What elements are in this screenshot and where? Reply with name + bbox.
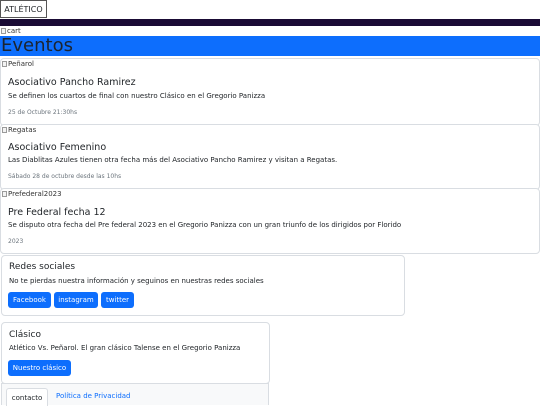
footer-tabs: contacto Política de Privacidad xyxy=(1,383,269,406)
event-card: Prefederal2023 Pre Federal fecha 12 Se d… xyxy=(0,188,540,254)
event-image-alt: Peñarol xyxy=(8,60,34,68)
event-text: Se definen los cuartos de final con nues… xyxy=(8,92,266,100)
tab-privacidad[interactable]: Política de Privacidad xyxy=(56,392,131,400)
social-text: No te pierdas nuestra información y segu… xyxy=(9,277,264,285)
clasico-title: Clásico xyxy=(9,330,41,340)
nuestro-clasico-button[interactable]: Nuestro clásico xyxy=(8,360,71,376)
event-image-alt: Prefederal2023 xyxy=(8,190,62,198)
event-image-alt: Regatas xyxy=(8,126,37,134)
cart-image[interactable]: cart xyxy=(1,27,21,35)
social-title: Redes sociales xyxy=(9,262,76,272)
event-title: Asociativo Femenino xyxy=(8,142,107,153)
clasico-text: Atlético Vs. Peñarol. El gran clásico Ta… xyxy=(9,344,241,352)
instagram-button[interactable]: instagram xyxy=(54,292,98,308)
brand-button[interactable]: ATLÉTICO xyxy=(0,0,47,18)
navbar-bar xyxy=(0,19,540,26)
event-title: Asociativo Pancho Ramirez xyxy=(8,77,136,88)
event-card: Peñarol Asociativo Pancho Ramirez Se def… xyxy=(0,58,540,126)
event-card: Regatas Asociativo Femenino Las Diablita… xyxy=(0,124,540,190)
event-date: 2023 xyxy=(8,238,24,245)
event-title: Pre Federal fecha 12 xyxy=(8,207,106,218)
twitter-button[interactable]: twitter xyxy=(101,292,134,308)
event-image: Peñarol xyxy=(2,60,34,68)
tab-contacto[interactable]: contacto xyxy=(6,388,48,406)
broken-image-icon xyxy=(2,191,7,197)
event-date: Sábado 28 de octubre desde las 10hs xyxy=(8,173,122,180)
brand-label: ATLÉTICO xyxy=(4,4,43,14)
clasico-card: Clásico Atlético Vs. Peñarol. El gran cl… xyxy=(1,322,270,384)
cart-alt-text: cart xyxy=(7,27,21,35)
facebook-button[interactable]: Facebook xyxy=(8,292,51,308)
event-image: Prefederal2023 xyxy=(2,190,62,198)
event-text: Se disputo otra fecha del Pre federal 20… xyxy=(8,221,402,229)
event-date: 25 de Octubre 21:30hs xyxy=(8,109,78,116)
broken-image-icon xyxy=(2,127,7,133)
event-image: Regatas xyxy=(2,126,36,134)
social-card: Redes sociales No te pierdas nuestra inf… xyxy=(1,255,405,316)
event-text: Las Diablitas Azules tienen otra fecha m… xyxy=(8,156,338,164)
section-title: Eventos xyxy=(0,36,540,56)
broken-image-icon xyxy=(1,28,6,34)
broken-image-icon xyxy=(2,61,7,67)
